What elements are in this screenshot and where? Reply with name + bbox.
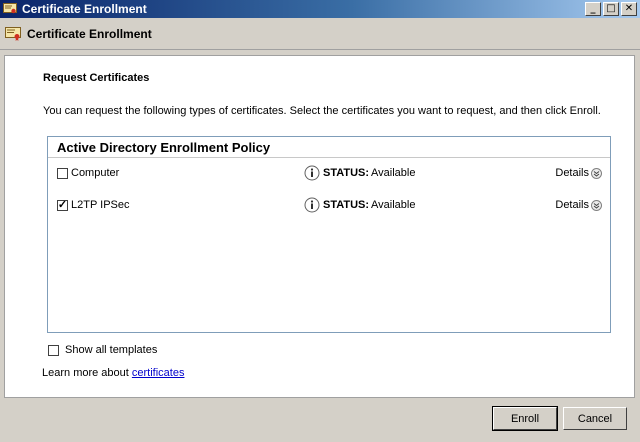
status-value: Available [371,167,416,179]
enroll-button[interactable]: Enroll [492,406,558,431]
certificate-list[interactable]: Active Directory Enrollment Policy Compu… [47,136,611,333]
certificates-link[interactable]: certificates [132,367,185,379]
content-panel: Request Certificates You can request the… [4,55,635,398]
intro-text: You can request the following types of c… [43,105,601,117]
status-label: STATUS: [323,199,370,211]
details-link[interactable]: Details [555,199,602,211]
show-all-label: Show all templates [65,344,158,356]
window-title: Certificate Enrollment [22,2,147,16]
checkmark-icon: ✓ [57,198,68,211]
cert-row-computer[interactable]: Computer STATUS: Available Details [48,163,610,183]
cert-name: L2TP IPSec [71,199,130,211]
show-all-templates[interactable]: Show all templates [48,344,157,356]
status-label: STATUS: [323,167,370,179]
cert-row-l2tp-ipsec[interactable]: ✓ L2TP IPSec STATUS: Available Details [48,195,610,215]
info-icon [304,165,320,181]
l2tp-ipsec-checkbox[interactable]: ✓ [57,198,68,211]
details-label: Details [555,199,589,211]
status-area: STATUS: Available [304,165,415,181]
learn-more-text: Learn more about [42,367,132,379]
status-value: Available [371,199,416,211]
policy-title: Active Directory Enrollment Policy [48,137,610,158]
info-icon [304,197,320,213]
minimize-button[interactable]: _ [585,2,601,16]
cert-name: Computer [71,167,120,179]
details-label: Details [555,167,589,179]
cancel-button[interactable]: Cancel [563,407,627,430]
status-area: STATUS: Available [304,197,415,213]
details-link[interactable]: Details [555,167,602,179]
computer-checkbox[interactable] [57,167,68,179]
header-title: Certificate Enrollment [27,26,152,41]
certificate-icon [5,26,21,41]
show-all-checkbox[interactable] [48,344,59,356]
chevron-down-icon[interactable] [591,199,602,211]
section-title: Request Certificates [43,72,150,84]
close-button[interactable]: ✕ [621,2,637,16]
chevron-down-icon[interactable] [591,167,602,179]
maximize-button[interactable]: □ [603,2,619,16]
learn-more: Learn more about certificates [42,367,184,379]
title-bar[interactable]: Certificate Enrollment _ □ ✕ [0,0,640,18]
certificate-icon [2,1,18,17]
wizard-header: Certificate Enrollment [0,18,640,50]
